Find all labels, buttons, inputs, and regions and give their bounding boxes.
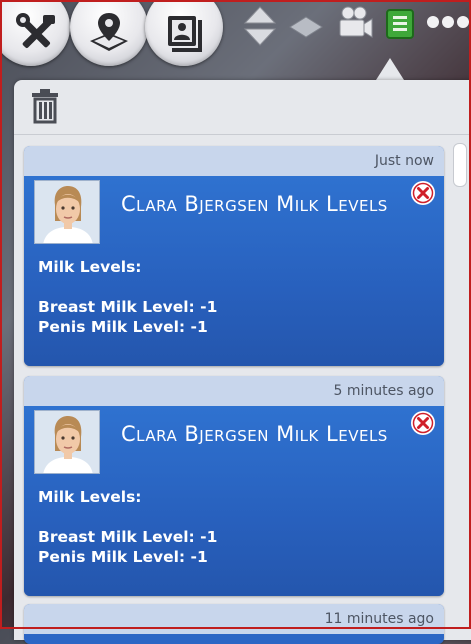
close-icon — [411, 411, 435, 435]
notifications-button[interactable] — [384, 8, 416, 40]
notification-body: Clara Bjergsen Milk Levels Milk Levels: … — [24, 406, 444, 596]
sim-avatar — [34, 410, 100, 474]
notification-card[interactable]: 5 minutes ago Clara Bjergsen Milk Levels — [24, 376, 444, 596]
notification-title: Clara Bjergsen Milk Levels — [121, 192, 388, 216]
notification-card[interactable]: 11 minutes ago — [24, 604, 444, 644]
clear-all-button[interactable] — [30, 88, 60, 124]
notification-line: Breast Milk Level: -1 — [38, 298, 218, 316]
scrollbar-track[interactable] — [452, 143, 466, 629]
tools-button[interactable] — [0, 0, 70, 66]
camera-button[interactable] — [336, 4, 374, 44]
dismiss-notification-button[interactable] — [410, 410, 436, 436]
notification-header: 5 minutes ago — [24, 376, 444, 406]
floor-diamond-icon — [289, 16, 323, 38]
up-down-arrows-icon — [243, 6, 277, 46]
scrollbar-thumb[interactable] — [453, 143, 467, 187]
map-pin-icon — [90, 13, 128, 51]
dismiss-notification-button[interactable] — [410, 180, 436, 206]
more-button[interactable] — [425, 12, 471, 32]
panel-pointer — [376, 58, 404, 80]
notification-body: Clara Bjergsen Milk Levels Milk Levels: … — [24, 176, 444, 366]
notification-line: Penis Milk Level: -1 — [38, 318, 208, 336]
photo-album-icon — [168, 16, 202, 52]
notification-list-icon — [386, 9, 414, 39]
map-button[interactable] — [70, 0, 148, 66]
notification-header: Just now — [24, 146, 444, 176]
more-dots-icon — [427, 16, 469, 28]
trash-icon — [32, 89, 58, 124]
camera-up-down-button[interactable] — [242, 4, 278, 48]
notification-header: 11 minutes ago — [24, 604, 444, 634]
notification-title: Clara Bjergsen Milk Levels — [121, 422, 388, 446]
view-floor-button[interactable] — [287, 14, 325, 40]
tools-icon — [16, 13, 55, 49]
notification-time: 11 minutes ago — [324, 611, 434, 627]
video-camera-icon — [339, 6, 373, 38]
notification-heading: Milk Levels: — [38, 258, 142, 276]
close-icon — [411, 181, 435, 205]
panel-divider — [14, 134, 471, 135]
notification-line: Breast Milk Level: -1 — [38, 528, 218, 546]
notification-heading: Milk Levels: — [38, 488, 142, 506]
notification-time: 5 minutes ago — [333, 383, 434, 399]
notification-time: Just now — [374, 153, 434, 169]
sim-avatar — [34, 180, 100, 244]
notification-line: Penis Milk Level: -1 — [38, 548, 208, 566]
photos-button[interactable] — [145, 0, 223, 66]
notification-card[interactable]: Just now Clara Bjergsen Milk Levels Milk… — [24, 146, 444, 366]
